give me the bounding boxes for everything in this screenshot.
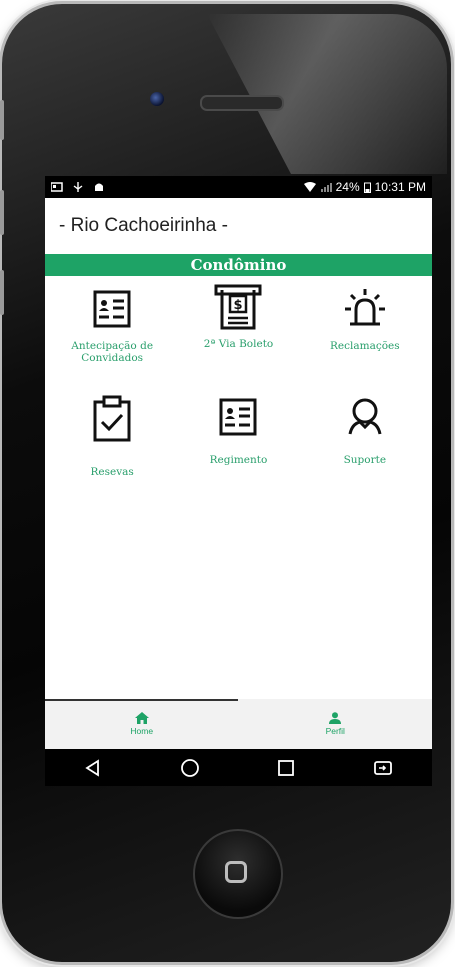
android-debug-icon xyxy=(95,183,103,191)
section-header: Condômino xyxy=(45,254,432,276)
glass-reflection xyxy=(207,14,447,174)
menu-label: Resevas xyxy=(90,466,134,478)
nav-home[interactable]: Home xyxy=(45,699,239,749)
menu-label: 2ª Via Boleto xyxy=(203,338,274,350)
menu-item-regimento[interactable]: Regimento xyxy=(175,384,301,492)
volume-down-button xyxy=(0,270,4,315)
menu-item-resevas[interactable]: Resevas xyxy=(49,384,175,492)
menu-label: Suporte xyxy=(343,454,387,466)
siren-icon xyxy=(344,289,385,326)
mute-switch xyxy=(0,100,4,140)
front-camera xyxy=(150,92,164,106)
active-tab-indicator xyxy=(45,699,238,701)
notification-icon xyxy=(51,182,63,192)
wifi-icon xyxy=(303,182,316,192)
menu-label: Antecipação de Convidados xyxy=(71,340,154,364)
screen-mirror-icon[interactable] xyxy=(373,760,393,776)
menu-grid: Antecipação de Convidados $ 2ª Via Bolet… xyxy=(45,276,432,492)
receipt-icon: $ xyxy=(214,284,262,330)
phone-screen: 24% 10:31 PM - Rio Cachoeirinha - Condôm… xyxy=(45,176,432,786)
nav-label: Home xyxy=(130,726,154,736)
clipboard-check-icon xyxy=(93,395,131,442)
signal-icon xyxy=(320,183,332,192)
svg-text:$: $ xyxy=(234,298,243,313)
id-card-icon xyxy=(219,398,257,436)
battery-icon xyxy=(363,182,371,193)
home-circle-icon[interactable] xyxy=(180,758,200,778)
nav-label: Perfil xyxy=(325,726,345,736)
menu-item-reclamacoes[interactable]: Reclamações xyxy=(302,276,428,384)
support-person-icon xyxy=(348,398,382,435)
status-bar: 24% 10:31 PM xyxy=(45,176,432,198)
app-bar: - Rio Cachoeirinha - xyxy=(45,198,432,254)
bottom-navigation: Home Perfil xyxy=(45,699,432,749)
home-icon xyxy=(134,712,149,724)
volume-up-button xyxy=(0,190,4,235)
menu-label: Regimento xyxy=(209,454,268,466)
earpiece-speaker xyxy=(200,95,284,111)
menu-label: Reclamações xyxy=(330,340,400,352)
menu-item-antecipacao[interactable]: Antecipação de Convidados xyxy=(49,276,175,384)
physical-home-button[interactable] xyxy=(193,829,283,919)
system-navigation-bar xyxy=(45,749,432,786)
page-title: - Rio Cachoeirinha - xyxy=(59,215,228,236)
menu-item-suporte[interactable]: Suporte xyxy=(302,384,428,492)
usb-icon xyxy=(73,182,83,192)
recents-icon[interactable] xyxy=(277,759,295,777)
person-icon xyxy=(329,712,342,724)
battery-percent: 24% xyxy=(335,180,360,194)
back-icon[interactable] xyxy=(84,758,102,777)
home-square-icon xyxy=(225,861,247,883)
clock: 10:31 PM xyxy=(374,180,426,194)
id-card-icon xyxy=(93,290,131,328)
menu-item-boleto[interactable]: $ 2ª Via Boleto xyxy=(175,276,301,384)
nav-perfil[interactable]: Perfil xyxy=(239,699,433,749)
